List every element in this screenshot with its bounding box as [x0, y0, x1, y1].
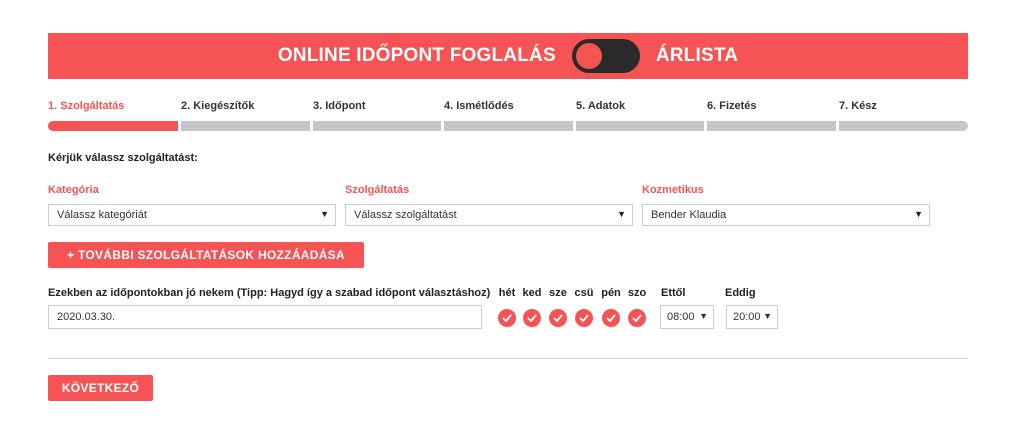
day-label: ked	[522, 287, 542, 299]
checkmark-icon	[575, 309, 593, 327]
step-time[interactable]: 3. Időpont	[313, 100, 441, 132]
day-mon[interactable]: hét	[496, 287, 518, 327]
day-label: hét	[498, 287, 516, 299]
service-value: Válassz szolgáltatást	[354, 209, 457, 221]
service-label: Szolgáltatás	[345, 184, 410, 196]
step-label: 5. Adatok	[576, 100, 626, 112]
from-time-value: 08:00	[667, 311, 695, 323]
day-fri[interactable]: pén	[600, 287, 622, 327]
add-services-button[interactable]: + TOVÁBBI SZOLGÁLTATÁSOK HOZZÁADÁSA	[48, 242, 364, 268]
step-bar	[444, 121, 573, 131]
step-repeat[interactable]: 4. Ismétlődés	[444, 100, 573, 132]
from-time-select[interactable]: 08:00 ▼	[660, 305, 714, 329]
day-label: csü	[574, 287, 594, 299]
category-label: Kategória	[48, 184, 99, 196]
mode-toggle[interactable]	[571, 39, 640, 73]
from-label: Ettől	[661, 287, 686, 299]
category-select[interactable]: Válassz kategóriát ▼	[48, 204, 336, 226]
step-label: 7. Kész	[839, 100, 877, 112]
step-extras[interactable]: 2. Kiegészítők	[181, 100, 310, 132]
booking-mode-label[interactable]: ONLINE IDŐPONT FOGLALÁS	[278, 45, 556, 67]
staff-select[interactable]: Bender Klaudia ▼	[642, 204, 930, 226]
price-list-label[interactable]: ÁRLISTA	[656, 45, 738, 67]
step-label: 3. Időpont	[313, 100, 366, 112]
category-value: Válassz kategóriát	[57, 209, 147, 221]
step-bar	[313, 121, 441, 131]
step-details[interactable]: 5. Adatok	[576, 100, 704, 132]
day-wed[interactable]: sze	[547, 287, 569, 327]
date-input[interactable]: 2020.03.30.	[48, 305, 482, 329]
time-pref-label: Ezekben az időpontokban jó nekem (Tipp: …	[48, 287, 491, 299]
divider	[48, 358, 968, 359]
step-bar	[839, 121, 968, 131]
step-bar	[576, 121, 704, 131]
day-thu[interactable]: csü	[573, 287, 595, 327]
day-label: pén	[601, 287, 621, 299]
caret-down-icon: ▼	[763, 311, 772, 321]
step-label: 6. Fizetés	[707, 100, 757, 112]
staff-label: Kozmetikus	[642, 184, 704, 196]
step-payment[interactable]: 6. Fizetés	[707, 100, 836, 132]
toggle-knob	[575, 43, 602, 69]
to-time-value: 20:00	[733, 311, 761, 323]
step-bar	[181, 121, 310, 131]
to-time-select[interactable]: 20:00 ▼	[726, 305, 778, 329]
to-label: Eddig	[725, 287, 756, 299]
booking-banner: ONLINE IDŐPONT FOGLALÁS ÁRLISTA	[48, 33, 968, 79]
caret-down-icon: ▼	[699, 311, 708, 321]
step-label: 1. Szolgáltatás	[48, 100, 125, 112]
step-label: 2. Kiegészítők	[181, 100, 255, 112]
step-done[interactable]: 7. Kész	[839, 100, 968, 132]
day-tue[interactable]: ked	[521, 287, 543, 327]
service-prompt: Kérjük válassz szolgáltatást:	[48, 152, 198, 164]
day-label: sze	[549, 287, 567, 299]
checkmark-icon	[498, 309, 516, 327]
checkmark-icon	[523, 309, 541, 327]
checkmark-icon	[602, 309, 620, 327]
checkmark-icon	[549, 309, 567, 327]
step-bar	[707, 121, 836, 131]
caret-down-icon: ▼	[617, 209, 626, 219]
caret-down-icon: ▼	[914, 209, 923, 219]
step-bar	[48, 121, 178, 131]
service-select[interactable]: Válassz szolgáltatást ▼	[345, 204, 633, 226]
staff-value: Bender Klaudia	[651, 209, 727, 221]
day-sat[interactable]: szo	[626, 287, 648, 327]
day-label: szo	[627, 287, 647, 299]
step-service[interactable]: 1. Szolgáltatás	[48, 100, 178, 132]
checkmark-icon	[628, 309, 646, 327]
next-button[interactable]: KÖVETKEZŐ	[48, 375, 153, 401]
step-label: 4. Ismétlődés	[444, 100, 514, 112]
caret-down-icon: ▼	[320, 209, 329, 219]
